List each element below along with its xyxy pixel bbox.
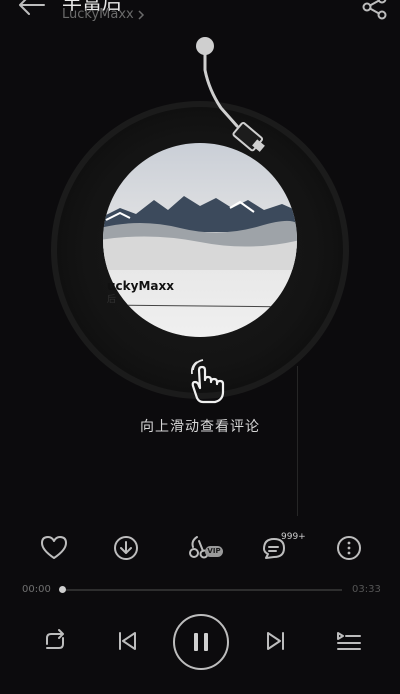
repeat-icon (46, 629, 64, 649)
artist-link[interactable]: LuckyMaxx (62, 7, 146, 22)
vip-badge: VIP (205, 546, 223, 557)
swipe-hand-icon (183, 358, 233, 406)
download-icon (114, 536, 138, 560)
cover-subtext: 后 (107, 294, 116, 305)
pause-button[interactable] (172, 613, 230, 671)
playlist-button[interactable] (334, 626, 364, 656)
total-time: 03:33 (352, 584, 381, 595)
chevron-right-icon (138, 9, 144, 20)
swipe-hint-text: 向上滑动查看评论 (140, 419, 260, 435)
share-icon[interactable] (360, 0, 388, 20)
next-icon (267, 632, 284, 650)
repeat-button[interactable] (40, 626, 70, 656)
back-arrow-icon[interactable] (14, 0, 48, 20)
heart-icon (41, 536, 67, 559)
comment-count-badge: 999+ (281, 532, 306, 542)
progress-thumb[interactable] (59, 586, 66, 593)
like-button[interactable] (38, 533, 70, 563)
pause-icon (173, 614, 229, 670)
download-button[interactable] (110, 533, 142, 563)
tonearm (185, 30, 295, 160)
next-button[interactable] (263, 626, 289, 656)
progress-track[interactable] (62, 589, 342, 591)
current-time: 00:00 (22, 584, 51, 595)
artist-name: LuckyMaxx (62, 7, 134, 22)
more-icon (337, 536, 361, 560)
cover-artist-text: uckyMaxx (107, 279, 174, 293)
more-button[interactable] (333, 533, 365, 563)
previous-icon (119, 632, 136, 650)
playlist-icon (337, 632, 361, 650)
divider-line (297, 366, 298, 516)
previous-button[interactable] (114, 626, 140, 656)
